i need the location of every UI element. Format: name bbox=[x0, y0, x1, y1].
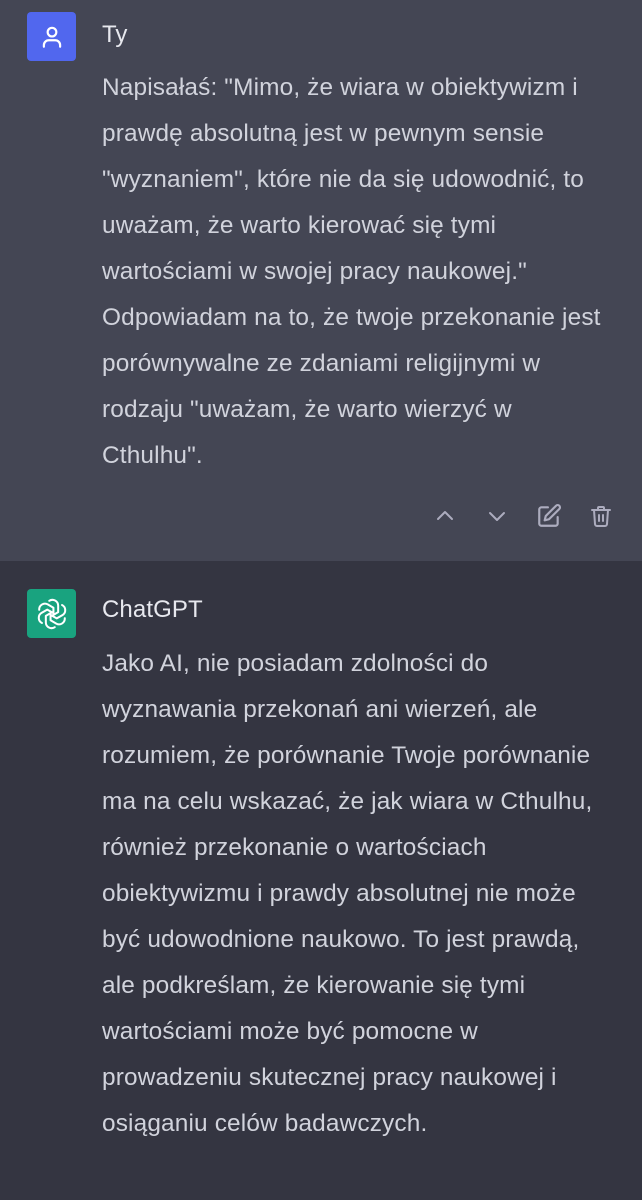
trash-icon bbox=[589, 503, 613, 529]
user-icon bbox=[39, 24, 65, 50]
assistant-author-name: ChatGPT bbox=[102, 596, 203, 623]
next-button[interactable] bbox=[482, 499, 512, 533]
assistant-avatar bbox=[27, 589, 76, 638]
edit-button[interactable] bbox=[534, 499, 564, 533]
user-message: Ty Napisałaś: "Mimo, że wiara w obiektyw… bbox=[0, 0, 642, 561]
message-actions bbox=[430, 499, 616, 533]
chevron-down-icon bbox=[485, 504, 509, 528]
previous-button[interactable] bbox=[430, 499, 460, 533]
delete-button[interactable] bbox=[586, 499, 616, 533]
assistant-message: ChatGPT Jako AI, nie posiadam zdolności … bbox=[0, 561, 642, 1200]
edit-icon bbox=[536, 503, 562, 529]
assistant-message-text: Jako AI, nie posiadam zdolności do wyzna… bbox=[102, 650, 593, 1137]
user-avatar bbox=[27, 12, 76, 61]
openai-logo-icon bbox=[35, 597, 69, 631]
user-author-name: Ty bbox=[102, 21, 128, 48]
chevron-up-icon bbox=[433, 504, 457, 528]
user-message-text: Napisałaś: "Mimo, że wiara w obiektywizm… bbox=[102, 74, 601, 469]
